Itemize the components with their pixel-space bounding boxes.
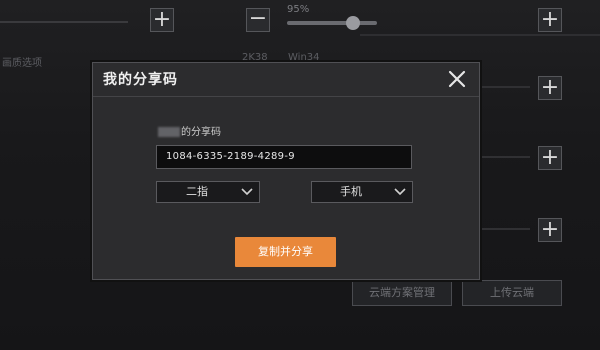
chevron-down-icon — [394, 188, 406, 196]
blurred-player-name — [158, 127, 180, 137]
percent-label: 95% — [287, 4, 310, 15]
dialog-title: 我的分享码 — [103, 72, 178, 88]
increase-button-top-right[interactable]: + — [538, 8, 562, 32]
share-code-dialog: 我的分享码 的分享码 1084-6335-2189-4289-9 二指 手机 复… — [92, 62, 480, 280]
cloud-plan-manage-button[interactable]: 云端方案管理 — [352, 280, 452, 306]
finger-mode-value: 二指 — [186, 185, 208, 198]
divider-line — [360, 34, 600, 36]
device-value: 手机 — [340, 185, 362, 198]
row4-line — [478, 228, 530, 230]
title-divider — [93, 96, 479, 97]
increase-button-row3[interactable]: + — [538, 146, 562, 170]
chevron-down-icon — [241, 188, 253, 196]
finger-mode-select[interactable]: 二指 — [156, 181, 260, 203]
copy-and-share-button[interactable]: 复制并分享 — [235, 237, 336, 267]
decrease-button-top[interactable]: − — [246, 8, 270, 32]
increase-button-top-left[interactable]: + — [150, 8, 174, 32]
slider-track-left[interactable] — [0, 21, 128, 23]
opacity-slider-track[interactable] — [287, 21, 377, 25]
opacity-slider-thumb[interactable] — [346, 16, 360, 30]
close-icon[interactable] — [445, 67, 469, 91]
device-select[interactable]: 手机 — [311, 181, 413, 203]
share-code-field[interactable]: 1084-6335-2189-4289-9 — [156, 145, 412, 169]
row2-line — [478, 86, 530, 88]
side-label: 画质选项 — [2, 58, 42, 69]
row3-line — [478, 156, 530, 158]
upload-cloud-button[interactable]: 上传云端 — [462, 280, 562, 306]
increase-button-row2[interactable]: + — [538, 76, 562, 100]
share-code-label-text: 的分享码 — [181, 127, 221, 138]
share-code-label: 的分享码 — [158, 123, 221, 138]
increase-button-row4[interactable]: + — [538, 218, 562, 242]
